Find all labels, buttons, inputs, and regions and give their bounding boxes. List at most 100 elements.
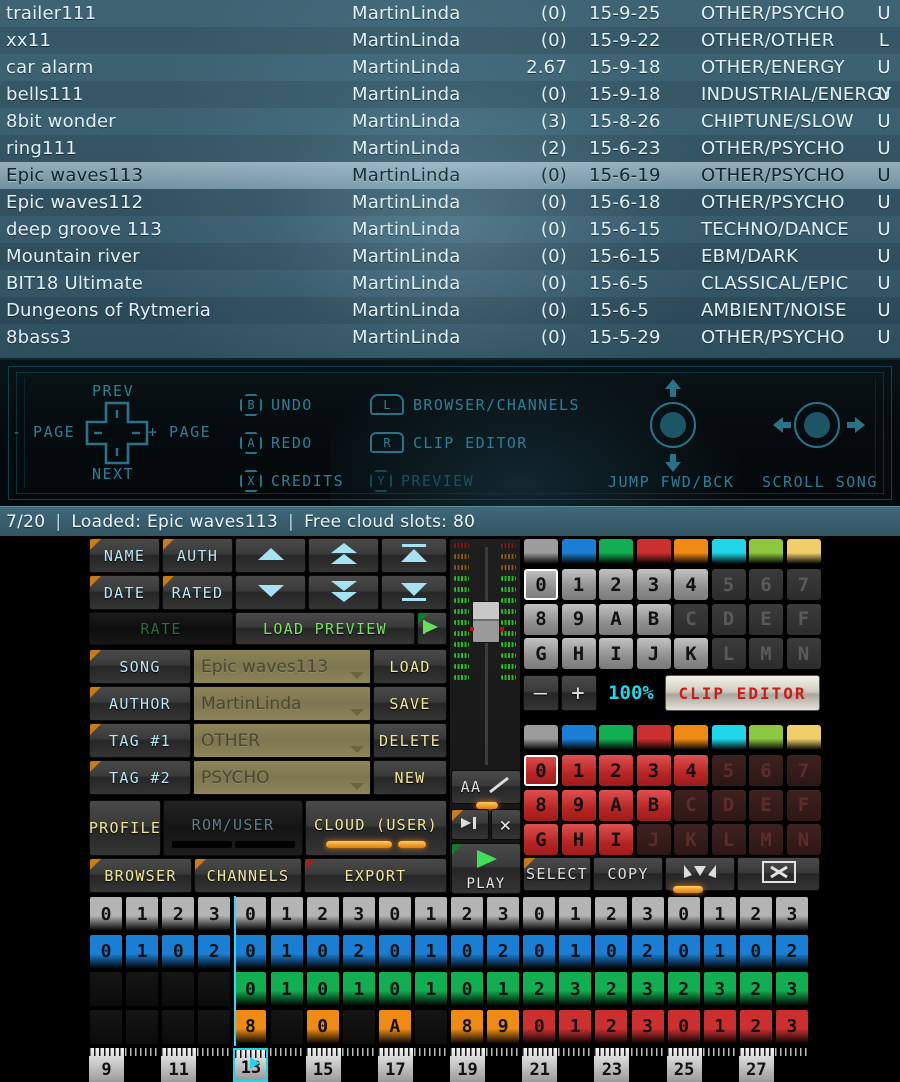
sort-arrow-up-icon[interactable]	[235, 538, 306, 573]
channel-pad[interactable]: B	[635, 602, 672, 636]
sequencer-cell[interactable]: 8	[233, 1008, 268, 1045]
ruler-segment[interactable]: 17	[377, 1048, 413, 1082]
channel-pad[interactable]: 2	[598, 568, 634, 601]
sequencer-cell[interactable]: 0	[305, 971, 340, 1007]
sequencer-cell[interactable]: 1	[558, 933, 593, 970]
tab-right-button[interactable]	[451, 809, 489, 840]
nav-tab-export[interactable]: EXPORT	[304, 858, 447, 893]
song-row[interactable]: car alarm MartinLinda 2.67 15-9-18 OTHER/ENE…	[0, 54, 900, 81]
action-button-delete[interactable]: DELETE	[373, 723, 447, 758]
sequencer-cell[interactable]: 1	[269, 933, 304, 970]
song-row[interactable]: Epic waves113 MartinLinda (0) 15-6-19 OTHER/…	[0, 162, 900, 189]
song-row[interactable]: xx11 MartinLinda (0) 15-9-22 OTHER/OTHER L	[0, 27, 900, 54]
song-row[interactable]: Epic waves112 MartinLinda (0) 15-6-18 OTHER/…	[0, 189, 900, 216]
palette-swatch[interactable]	[635, 538, 672, 565]
sequencer-cell[interactable]	[413, 1008, 448, 1045]
channel-pad[interactable]: B	[635, 788, 672, 822]
palette-swatch[interactable]	[598, 724, 634, 751]
channel-pad[interactable]: A	[598, 602, 634, 636]
nav-tab-channels[interactable]: CHANNELS	[194, 858, 302, 893]
cloud-user-button[interactable]: CLOUD (USER)	[305, 800, 447, 856]
ruler-segment[interactable]: 21	[522, 1048, 558, 1082]
channel-pad[interactable]: 2	[598, 754, 634, 787]
song-row[interactable]: BIT18 Ultimate MartinLinda (0) 15-6-5 CLASSI…	[0, 270, 900, 297]
chevron-down-icon[interactable]	[350, 672, 364, 679]
palette-swatch[interactable]	[785, 724, 822, 751]
play-button[interactable]: PLAY	[451, 843, 521, 894]
channel-pad[interactable]: D	[710, 788, 747, 822]
channel-pad[interactable]: 9	[560, 602, 597, 636]
action-button-load[interactable]: LOAD	[373, 649, 447, 684]
sequencer-cell[interactable]	[197, 971, 232, 1007]
sequencer-cell[interactable]: 1	[702, 933, 737, 970]
load-preview-button[interactable]: LOAD PREVIEW	[235, 612, 415, 645]
channel-pad[interactable]: 7	[785, 568, 822, 601]
zoom-out-button[interactable]: –	[523, 675, 559, 711]
sequencer-cell[interactable]	[269, 1008, 304, 1045]
sequencer-cell[interactable]: 2	[197, 933, 232, 970]
sequencer-cell[interactable]: 2	[666, 971, 701, 1007]
sequencer-cell[interactable]: 1	[486, 971, 521, 1007]
channel-pad[interactable]: 8	[523, 788, 559, 822]
channel-pad[interactable]: 9	[560, 788, 597, 822]
sequencer-cell[interactable]: 3	[774, 971, 809, 1007]
song-row[interactable]: bells111 MartinLinda (0) 15-9-18 INDUSTRIAL/…	[0, 81, 900, 108]
channel-pad[interactable]: K	[673, 823, 709, 856]
ruler-segment[interactable]: 15	[305, 1048, 341, 1082]
sequencer-cell[interactable]: 0	[666, 933, 701, 970]
channel-pad[interactable]: I	[598, 637, 634, 670]
sequencer-cell[interactable]: 0	[305, 1008, 340, 1045]
chevron-down-icon[interactable]	[350, 783, 364, 790]
sequencer-cell[interactable]: 2	[305, 896, 340, 932]
sequencer-cell[interactable]: 3	[341, 896, 376, 932]
sequencer-cell[interactable]: 9	[486, 1008, 521, 1045]
sequencer-cell[interactable]: 1	[413, 971, 448, 1007]
sort-button-name[interactable]: NAME	[89, 538, 160, 573]
sequencer-cell[interactable]: 2	[450, 896, 485, 932]
sequencer-cell[interactable]: 2	[738, 896, 773, 932]
sequencer-cell[interactable]: 0	[377, 896, 412, 932]
sequencer-cell[interactable]: 2	[738, 971, 773, 1007]
channel-pad[interactable]: C	[673, 602, 709, 636]
ruler-segment[interactable]: 27	[738, 1048, 774, 1082]
sequencer-cell[interactable]	[89, 971, 124, 1007]
channel-pad[interactable]: H	[560, 823, 597, 856]
song-row[interactable]: Mountain river MartinLinda (0) 15-6-15 EBM/D…	[0, 243, 900, 270]
field-input-author[interactable]: MartinLinda	[193, 686, 371, 721]
sequencer-cell[interactable]: 1	[413, 896, 448, 932]
sequencer-cell[interactable]: 0	[233, 933, 268, 970]
channel-pad[interactable]: 4	[673, 754, 709, 787]
channel-pad[interactable]: E	[748, 788, 784, 822]
ruler-segment[interactable]: 23	[594, 1048, 630, 1082]
chevron-down-icon[interactable]	[350, 709, 364, 716]
ruler-segment[interactable]	[197, 1048, 233, 1082]
ruler-segment[interactable]	[558, 1048, 594, 1082]
palette-swatch[interactable]	[560, 724, 597, 751]
sequencer-cell[interactable]: A	[377, 1008, 412, 1045]
channel-pad[interactable]: L	[710, 823, 747, 856]
sequencer-cell[interactable]	[125, 971, 160, 1007]
sequencer-cell[interactable]: 0	[377, 933, 412, 970]
sequencer-cell[interactable]: 2	[594, 1008, 629, 1045]
field-input-song[interactable]: Epic waves113	[193, 649, 371, 684]
channel-pad[interactable]: G	[523, 637, 559, 670]
channel-pad[interactable]: F	[785, 788, 822, 822]
palette-swatch[interactable]	[598, 538, 634, 565]
channel-pad[interactable]: F	[785, 602, 822, 636]
ruler-segment[interactable]	[486, 1048, 522, 1082]
antialias-button[interactable]: AA	[451, 770, 521, 804]
palette-swatch[interactable]	[560, 538, 597, 565]
sequencer-cell[interactable]: 0	[89, 896, 124, 932]
sequencer-cell[interactable]: 0	[233, 971, 268, 1007]
field-input-tag-1[interactable]: OTHER	[193, 723, 371, 758]
sort-arrow-down-icon[interactable]	[235, 575, 306, 610]
sequencer-cell[interactable]: 0	[161, 933, 196, 970]
sort-arrow-to-bottom-icon[interactable]	[381, 575, 447, 610]
sequencer-cell[interactable]: 2	[594, 971, 629, 1007]
sort-arrow-double-down-icon[interactable]	[308, 575, 379, 610]
song-row[interactable]: trailer111 MartinLinda (0) 15-9-25 OTHER/PSY…	[0, 0, 900, 27]
action-button-new[interactable]: NEW	[373, 760, 447, 795]
ruler-segment[interactable]: 11	[161, 1048, 197, 1082]
field-label-tag-1[interactable]: TAG #1	[89, 723, 191, 758]
ruler-segment[interactable]	[774, 1048, 810, 1082]
